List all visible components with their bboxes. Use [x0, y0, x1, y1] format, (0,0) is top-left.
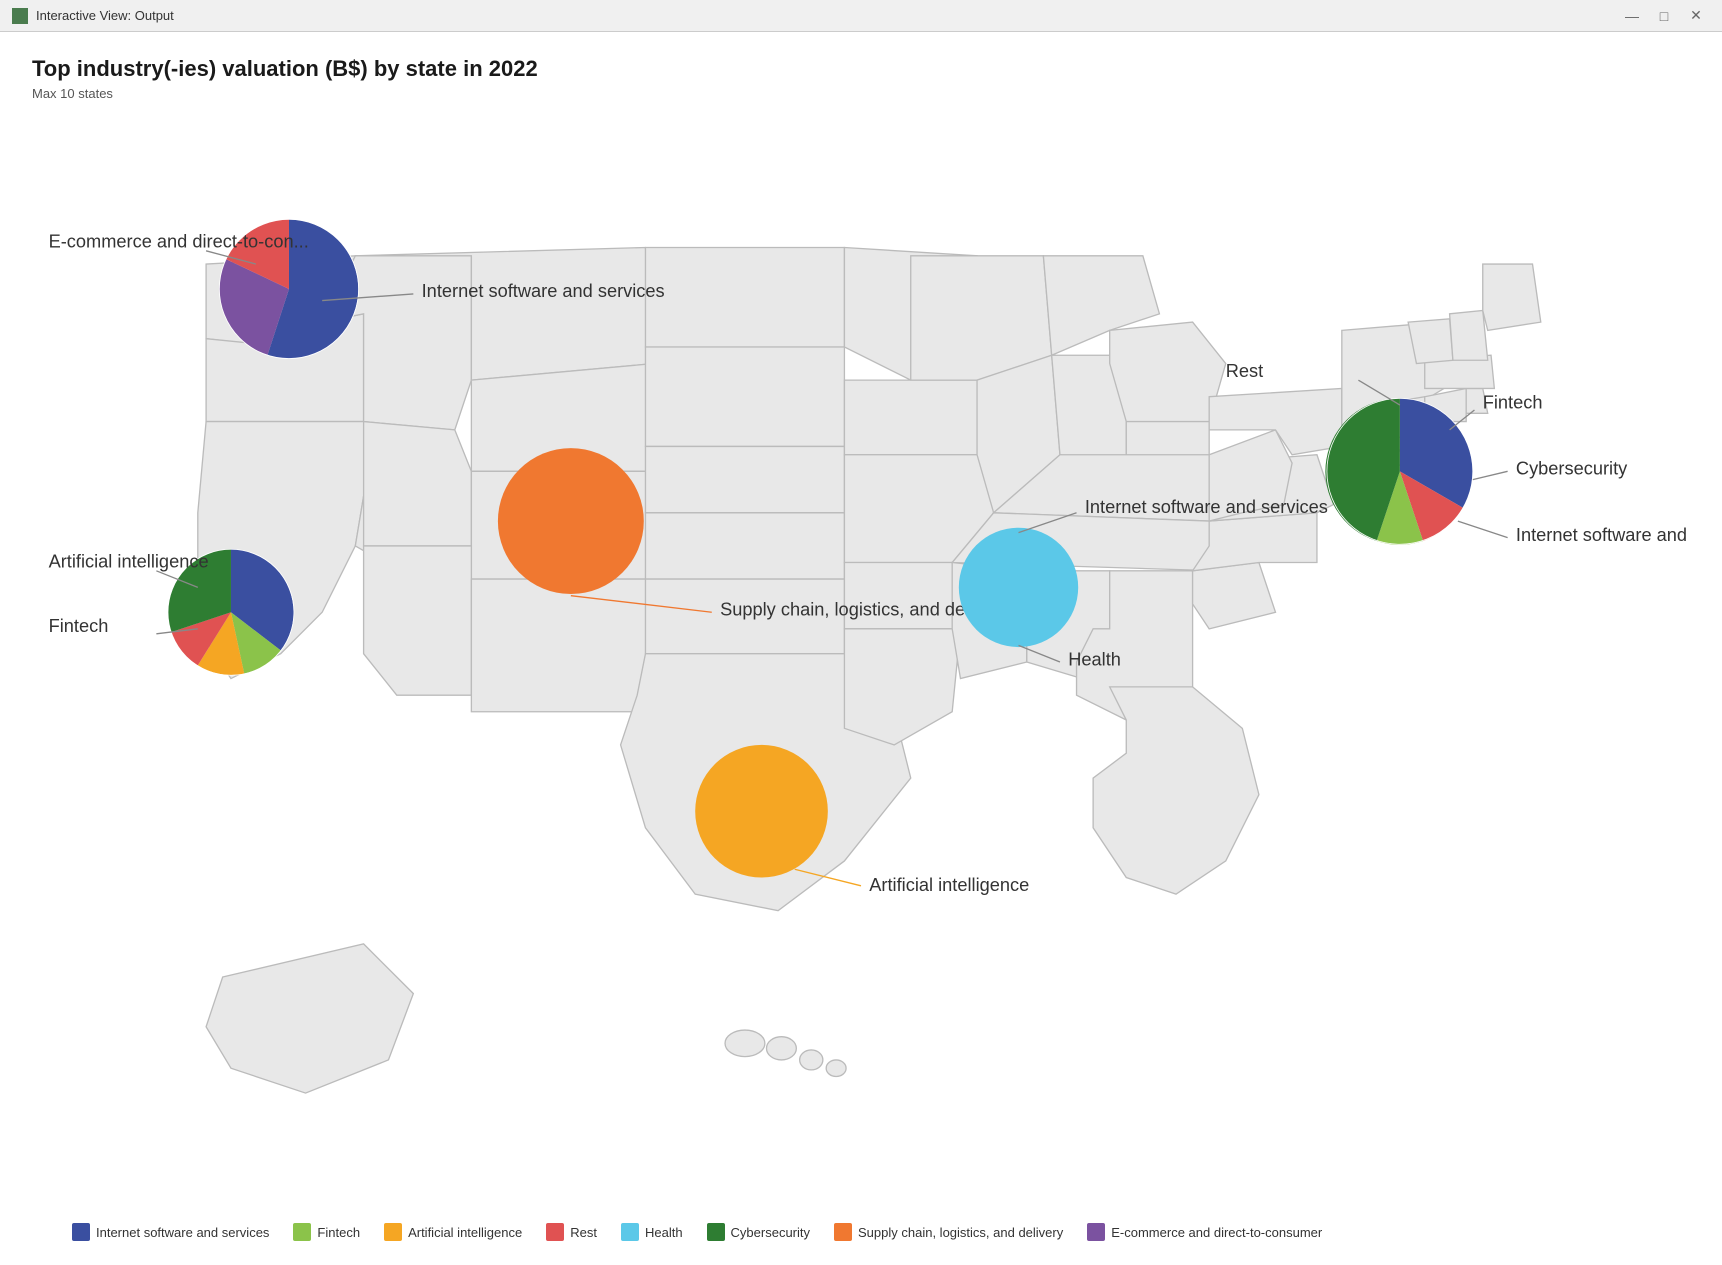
legend-item: Internet software and services — [72, 1223, 269, 1241]
chart-subtitle: Max 10 states — [32, 86, 1690, 101]
legend-swatch — [384, 1223, 402, 1241]
legend: Internet software and services Fintech Art… — [32, 1211, 1690, 1249]
legend-item: Artificial intelligence — [384, 1223, 522, 1241]
svg-text:Fintech: Fintech — [1483, 391, 1543, 412]
title-bar: Interactive View: Output — □ ✕ — [0, 0, 1722, 32]
maximize-button[interactable]: □ — [1650, 6, 1678, 26]
us-map-svg: .state { fill: #e8e8e8; stroke: #bbb; st… — [32, 113, 1690, 1211]
chart-title: Top industry(-ies) valuation (B$) by sta… — [32, 56, 1690, 82]
svg-text:Health: Health — [1068, 648, 1121, 669]
legend-label: Internet software and services — [96, 1225, 269, 1240]
svg-text:Fintech: Fintech — [49, 615, 109, 636]
legend-swatch — [621, 1223, 639, 1241]
window-controls: — □ ✕ — [1618, 6, 1710, 26]
window-title: Interactive View: Output — [36, 8, 174, 23]
svg-text:Internet software and services: Internet software and services — [1085, 496, 1328, 517]
legend-label: Cybersecurity — [731, 1225, 810, 1240]
legend-swatch — [834, 1223, 852, 1241]
legend-item: Cybersecurity — [707, 1223, 810, 1241]
svg-text:Cybersecurity: Cybersecurity — [1516, 458, 1628, 479]
legend-label: Rest — [570, 1225, 597, 1240]
legend-item: E-commerce and direct-to-consumer — [1087, 1223, 1322, 1241]
legend-label: Health — [645, 1225, 683, 1240]
app-icon — [12, 8, 28, 24]
svg-text:Artificial intelligence: Artificial intelligence — [869, 874, 1029, 895]
svg-text:Internet software and services: Internet software and services — [422, 280, 665, 301]
legend-label: Fintech — [317, 1225, 360, 1240]
main-content: Top industry(-ies) valuation (B$) by sta… — [0, 32, 1722, 1265]
legend-label: Supply chain, logistics, and delivery — [858, 1225, 1063, 1240]
legend-swatch — [707, 1223, 725, 1241]
map-container: .state { fill: #e8e8e8; stroke: #bbb; st… — [32, 113, 1690, 1211]
svg-text:Rest: Rest — [1226, 360, 1263, 381]
svg-text:E-commerce and direct-to-con..: E-commerce and direct-to-con... — [49, 231, 309, 252]
legend-swatch — [1087, 1223, 1105, 1241]
legend-item: Supply chain, logistics, and delivery — [834, 1223, 1063, 1241]
legend-swatch — [546, 1223, 564, 1241]
minimize-button[interactable]: — — [1618, 6, 1646, 26]
close-button[interactable]: ✕ — [1682, 6, 1710, 26]
legend-label: E-commerce and direct-to-consumer — [1111, 1225, 1322, 1240]
svg-text:Internet software and ...: Internet software and ... — [1516, 524, 1690, 545]
legend-swatch — [293, 1223, 311, 1241]
legend-item: Rest — [546, 1223, 597, 1241]
legend-label: Artificial intelligence — [408, 1225, 522, 1240]
legend-swatch — [72, 1223, 90, 1241]
svg-text:Artificial intelligence: Artificial intelligence — [49, 550, 209, 571]
legend-item: Health — [621, 1223, 683, 1241]
legend-item: Fintech — [293, 1223, 360, 1241]
